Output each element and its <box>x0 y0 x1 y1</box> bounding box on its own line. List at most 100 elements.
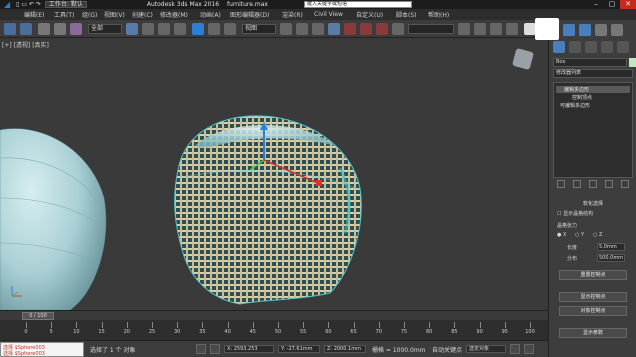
auto-key-button[interactable]: 自动关键点 <box>432 345 462 354</box>
axis-x-label: X <box>562 232 567 238</box>
show-end-result-icon[interactable] <box>573 180 581 188</box>
reference-coord-dropdown[interactable]: 视图 <box>242 24 276 34</box>
sphere-tab-icon[interactable] <box>585 41 597 53</box>
hierarchy-tab-icon[interactable] <box>595 24 607 36</box>
reset-control-points-button[interactable]: 重置控制点 <box>559 270 627 280</box>
display-tab-icon[interactable] <box>553 41 565 53</box>
remove-modifier-icon[interactable] <box>605 180 613 188</box>
menu-help[interactable]: 帮助(H) <box>428 10 460 19</box>
show-parameters-button[interactable]: 显示参数 <box>559 328 627 338</box>
workspace-selector[interactable]: 工作台: 默认 <box>44 1 87 8</box>
window-crossing-icon[interactable] <box>174 23 186 35</box>
checkbox-show-lattice[interactable]: ☐ 显示晶格结构 <box>557 210 593 217</box>
key-filter-dropdown[interactable]: 选定对象 <box>466 345 506 353</box>
menu-modifiers[interactable]: 修改器(M) <box>160 10 200 19</box>
z-coordinate-field[interactable]: Z: 2000.1mm <box>324 345 366 353</box>
menu-edit[interactable]: 编辑(E) <box>24 10 54 19</box>
axis-y-radio[interactable]: ○ Y <box>575 232 584 238</box>
move-icon[interactable] <box>192 23 204 35</box>
time-slider-thumb[interactable]: 0 / 100 <box>22 312 54 320</box>
width-input[interactable]: 5.0mm <box>597 243 625 251</box>
key-filters-icon[interactable] <box>524 344 534 354</box>
motion-tab-icon[interactable] <box>611 24 623 36</box>
make-unique-icon[interactable] <box>589 180 597 188</box>
menu-customize[interactable]: 自定义(U) <box>356 10 396 19</box>
app-logo-icon[interactable]: ◢ <box>4 0 10 9</box>
axis-x-radio[interactable]: ● X <box>557 232 566 238</box>
close-icon[interactable]: ✕ <box>620 0 636 9</box>
angle-snap-icon[interactable] <box>344 23 356 35</box>
menu-civil-view[interactable]: Civil View <box>314 11 356 18</box>
time-slider[interactable]: 0 / 100 <box>0 310 548 320</box>
rectangular-selection-icon[interactable] <box>158 23 170 35</box>
minimize-icon[interactable]: – <box>588 0 604 9</box>
viewport-scene <box>0 115 362 310</box>
sphere-object[interactable] <box>0 128 107 310</box>
select-manipulate-icon[interactable] <box>296 23 308 35</box>
link-icon[interactable] <box>38 23 50 35</box>
menu-animation[interactable]: 动画(A) <box>200 10 230 19</box>
y-coordinate-field[interactable]: Y: -27.61mm <box>278 345 320 353</box>
menu-view[interactable]: 视图(V) <box>104 10 132 19</box>
percent-snap-icon[interactable] <box>360 23 372 35</box>
object-name-field[interactable]: Box <box>553 58 627 67</box>
pivot-center-icon[interactable] <box>280 23 292 35</box>
stack-item-control-vertex[interactable]: 控制顶点 <box>572 94 592 101</box>
curve-editor-icon[interactable] <box>506 23 518 35</box>
timeline-tick <box>126 322 128 328</box>
redo-icon[interactable] <box>20 23 32 35</box>
timeline-tick-label: 40 <box>224 329 231 335</box>
axis-z-radio[interactable]: ○ Z <box>593 232 602 238</box>
named-selection-icon[interactable] <box>392 23 404 35</box>
show-control-points-button[interactable]: 显示控制点 <box>559 292 627 302</box>
modify-tab-icon[interactable] <box>579 24 591 36</box>
layer-manager-icon[interactable] <box>490 23 502 35</box>
object-control-points-button[interactable]: 对象控制点 <box>559 306 627 316</box>
length-input[interactable]: 500.0mm <box>597 254 625 262</box>
quick-access-icons[interactable]: ▯ ▭ ↶ ↷ <box>16 1 41 8</box>
stack-item-edit-poly[interactable]: 编辑多边形 <box>556 86 630 93</box>
unlink-icon[interactable] <box>54 23 66 35</box>
stack-item-editable-poly[interactable]: 可编辑多边形 <box>560 102 590 109</box>
menu-scripting[interactable]: 脚本(S) <box>396 10 428 19</box>
utilities-tab-icon[interactable] <box>569 41 581 53</box>
camera-tab-icon[interactable] <box>601 41 613 53</box>
maximize-icon[interactable]: ▢ <box>604 0 620 9</box>
set-key-icon[interactable] <box>510 344 520 354</box>
track-bar[interactable]: 0 5 10 15 20 25 30 35 40 45 50 55 60 65 70 75 80 85 90 95 10… <box>0 320 548 340</box>
rollout-title[interactable]: 软化选择 <box>553 200 633 207</box>
perspective-viewport[interactable]: [+] [透视] [真实] <box>0 38 548 310</box>
mirror-icon[interactable] <box>458 23 470 35</box>
named-selection-sets[interactable] <box>408 24 454 34</box>
search-input[interactable]: 键入关键字或短语 <box>304 1 412 8</box>
timeline-tick-label: 25 <box>148 329 156 335</box>
configure-sets-icon[interactable] <box>621 180 629 188</box>
select-object-icon[interactable] <box>126 23 138 35</box>
lock-selection-icon[interactable] <box>196 344 206 354</box>
maxscript-listener[interactable]: 选择 $Sphere003 选择 $Sphere003 <box>0 342 84 357</box>
select-by-name-icon[interactable] <box>142 23 154 35</box>
keyboard-shortcut-icon[interactable] <box>312 23 324 35</box>
scale-icon[interactable] <box>224 23 236 35</box>
snaps-toggle-icon[interactable] <box>328 23 340 35</box>
x-coordinate-field[interactable]: X: 2593.253 <box>224 345 274 353</box>
rotate-icon[interactable] <box>208 23 220 35</box>
object-color-swatch[interactable] <box>629 58 636 67</box>
checkbox-label: 显示晶格结构 <box>563 211 594 217</box>
align-icon[interactable] <box>474 23 486 35</box>
modifier-list-dropdown[interactable]: 修改器列表 <box>553 69 633 78</box>
pin-stack-icon[interactable] <box>557 180 565 188</box>
bind-spacewarp-icon[interactable] <box>70 23 82 35</box>
menu-create[interactable]: 创建(C) <box>132 10 160 19</box>
menu-tools[interactable]: 工具(T) <box>54 10 82 19</box>
menu-graph-editors[interactable]: 图形编辑器(D) <box>230 10 282 19</box>
spinner-snap-icon[interactable] <box>376 23 388 35</box>
undo-icon[interactable] <box>4 23 16 35</box>
maxscript-line: 选择 $Sphere003 <box>3 351 45 357</box>
menu-group[interactable]: 组(G) <box>82 10 104 19</box>
helper-tab-icon[interactable] <box>617 41 629 53</box>
menu-rendering[interactable]: 渲染(R) <box>282 10 314 19</box>
absolute-mode-icon[interactable] <box>210 344 220 354</box>
selection-filter-dropdown[interactable]: 全部 <box>88 24 122 34</box>
create-tab-icon[interactable] <box>563 24 575 36</box>
